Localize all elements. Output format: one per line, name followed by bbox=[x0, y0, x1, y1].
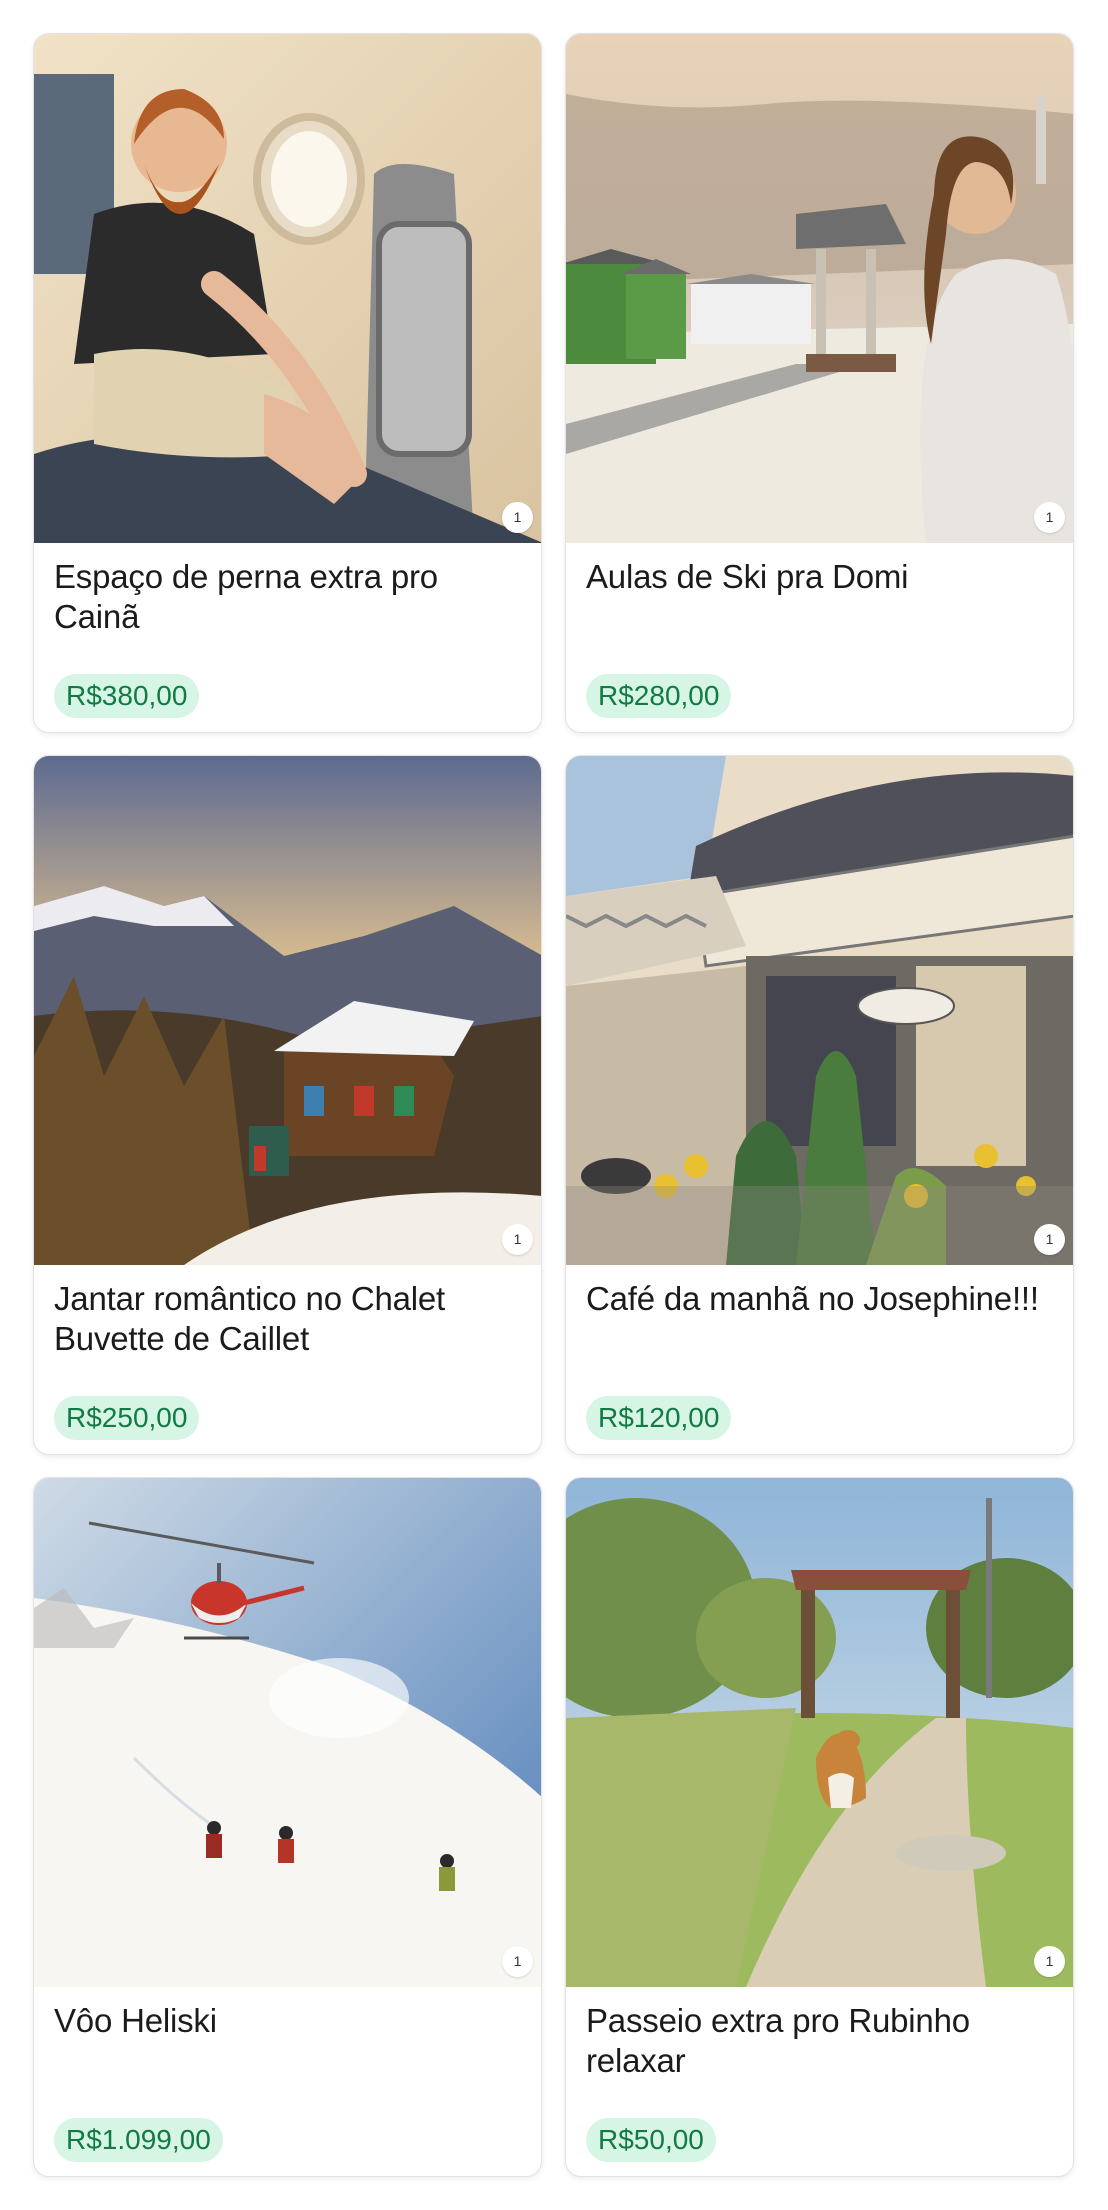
gift-price-badge: R$120,00 bbox=[586, 1396, 732, 1440]
gift-image: 1 bbox=[566, 34, 1073, 543]
country-road-dog-illustration bbox=[566, 1478, 1073, 1987]
image-count-badge: 1 bbox=[502, 1946, 533, 1977]
gift-image: 1 bbox=[34, 1478, 541, 1987]
airplane-seat-illustration bbox=[34, 34, 541, 543]
gift-price-badge: R$250,00 bbox=[54, 1396, 200, 1440]
mountain-chalet-illustration bbox=[34, 756, 541, 1265]
gift-image: 1 bbox=[566, 1478, 1073, 1987]
gift-title: Espaço de perna extra pro Cainã bbox=[54, 558, 438, 635]
gift-price-badge: R$280,00 bbox=[586, 674, 732, 718]
image-count-badge: 1 bbox=[502, 502, 533, 533]
gift-card[interactable]: 1 Aulas de Ski pra Domi R$280,00 bbox=[565, 33, 1074, 733]
heliski-illustration bbox=[34, 1478, 541, 1987]
gift-image: 1 bbox=[34, 34, 541, 543]
gift-card[interactable]: 1 Vôo Heliski R$1.099,00 bbox=[33, 1477, 542, 2177]
image-count-badge: 1 bbox=[1034, 502, 1065, 533]
gift-title: Passeio extra pro Rubinho relaxar bbox=[586, 2002, 970, 2079]
gift-price-badge: R$380,00 bbox=[54, 674, 200, 718]
gift-title: Jantar romântico no Chalet Buvette de Ca… bbox=[54, 1280, 446, 1357]
gift-title: Aulas de Ski pra Domi bbox=[586, 558, 909, 595]
image-count-badge: 1 bbox=[1034, 1224, 1065, 1255]
gift-grid: 1 Espaço de perna extra pro Cainã R$380,… bbox=[33, 33, 1074, 2177]
gift-image: 1 bbox=[566, 756, 1073, 1265]
gift-price-badge: R$1.099,00 bbox=[54, 2118, 223, 2162]
cafe-storefront-illustration bbox=[566, 756, 1073, 1265]
gift-image: 1 bbox=[34, 756, 541, 1265]
gift-title: Café da manhã no Josephine!!! bbox=[586, 1280, 1039, 1317]
snowy-village-illustration bbox=[566, 34, 1073, 543]
gift-title: Vôo Heliski bbox=[54, 2002, 217, 2039]
gift-card[interactable]: 1 Café da manhã no Josephine!!! R$120,00 bbox=[565, 755, 1074, 1455]
image-count-badge: 1 bbox=[502, 1224, 533, 1255]
image-count-badge: 1 bbox=[1034, 1946, 1065, 1977]
gift-price-badge: R$50,00 bbox=[586, 2118, 716, 2162]
gift-card[interactable]: 1 Passeio extra pro Rubinho relaxar R$50… bbox=[565, 1477, 1074, 2177]
gift-card[interactable]: 1 Jantar romântico no Chalet Buvette de … bbox=[33, 755, 542, 1455]
gift-card[interactable]: 1 Espaço de perna extra pro Cainã R$380,… bbox=[33, 33, 542, 733]
